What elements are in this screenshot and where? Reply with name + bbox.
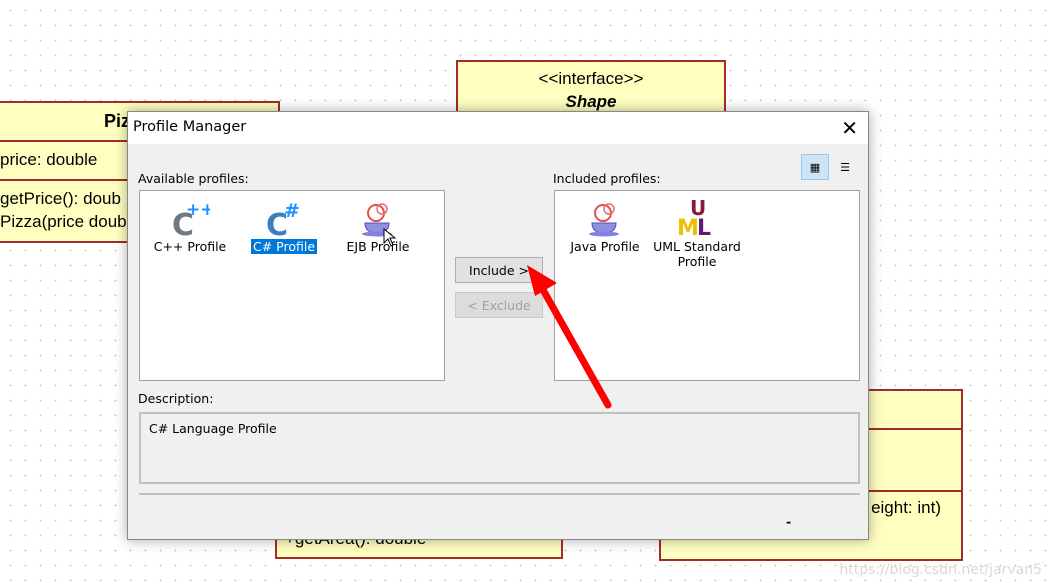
- red-arrow-annotation: [527, 265, 612, 409]
